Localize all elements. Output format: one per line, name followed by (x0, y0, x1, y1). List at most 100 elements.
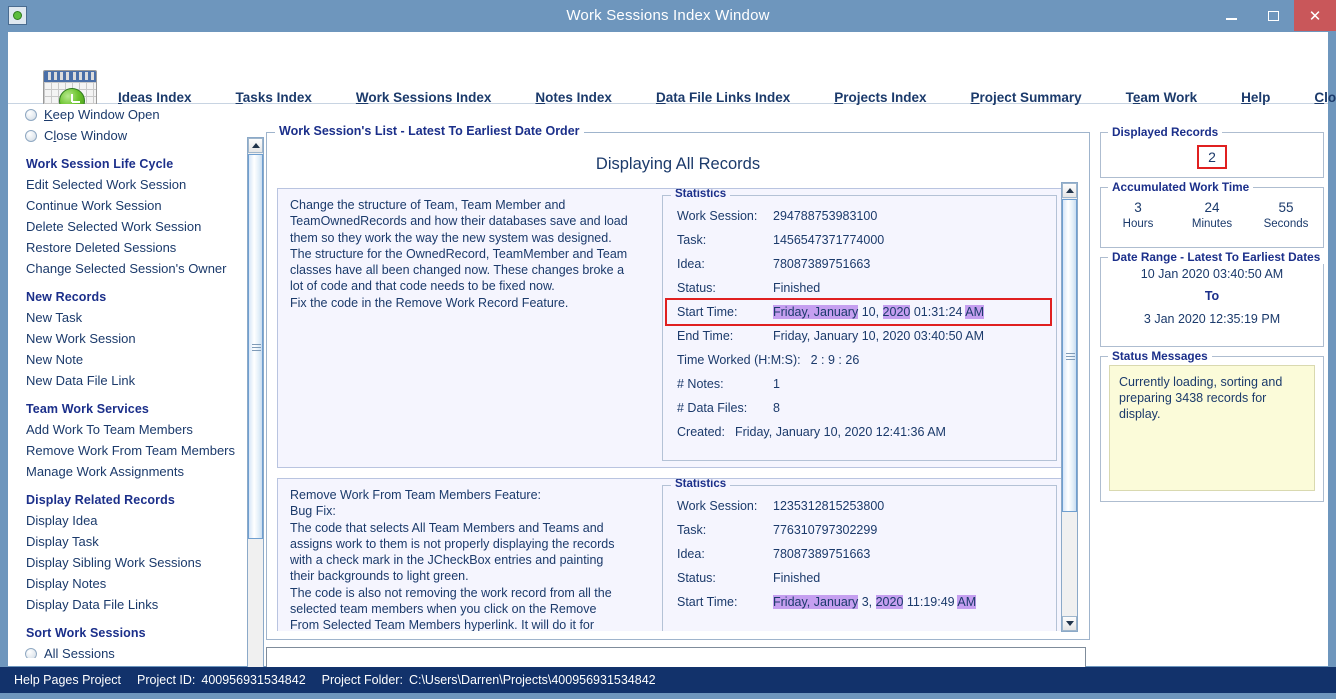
window-body: Ideas Index Tasks Index Work Sessions Inde… (7, 31, 1336, 692)
start-time: Start Time: Friday, January 10, 2020 01:3… (663, 300, 1056, 324)
maximize-icon (1267, 10, 1279, 21)
task-id-value: 1456547371774000 (773, 233, 885, 247)
sidebar-item-remove-work-from-team-members[interactable]: Remove Work From Team Members (26, 440, 244, 461)
title-bar: Work Sessions Index Window ✕ (0, 0, 1336, 31)
sidebar-item-continue-work-session[interactable]: Continue Work Session (26, 195, 244, 216)
close-icon: ✕ (1308, 7, 1322, 25)
status-project-folder: C:\Users\Darren\Projects\400956931534842 (408, 673, 656, 687)
sidebar-radio-keep-window-open[interactable]: Keep Window Open (25, 104, 244, 125)
sidebar-item-change-selected-session-s-owner[interactable]: Change Selected Session's Owner (26, 258, 244, 279)
sidebar-scrollbar[interactable] (247, 137, 264, 688)
scroll-down-button[interactable] (1062, 616, 1077, 631)
scroll-up-button[interactable] (248, 138, 263, 153)
status-messages-group: Status Messages Currently loading, sorti… (1100, 349, 1324, 502)
minimize-button[interactable] (1210, 0, 1252, 31)
main-menu: Ideas Index Tasks Index Work Sessions Inde… (118, 90, 1336, 105)
record-description: Change the structure of Team, Team Membe… (290, 198, 628, 310)
sidebar-item-display-data-file-links[interactable]: Display Data File Links (26, 594, 244, 615)
status-project-folder-label: Project Folder: (321, 673, 403, 687)
close-button[interactable]: ✕ (1294, 0, 1336, 31)
idea-id-value: 78087389751663 (773, 547, 871, 561)
sidebar-radio-all-sessions[interactable]: All Sessions (25, 643, 244, 658)
sidebar-item-new-note[interactable]: New Note (26, 349, 244, 370)
idea-id-value: 78087389751663 (773, 257, 871, 271)
scrollbar-thumb[interactable] (248, 154, 263, 539)
statistics-legend: Statistics (671, 479, 731, 490)
idea-id-label: Idea: (677, 547, 705, 561)
sidebar-radio-close-window[interactable]: Close Window (25, 125, 244, 146)
work-sessions-list-panel: Work Session's List - Latest To Earliest… (266, 124, 1090, 640)
record-card[interactable]: Change the structure of Team, Team Membe… (277, 188, 1064, 468)
start-time-value: Friday, January 10, 2020 01:31:24 AM (773, 305, 985, 319)
end-time: End Time: Friday, January 10, 2020 03:40:… (663, 324, 1056, 348)
sidebar-item-restore-deleted-sessions[interactable]: Restore Deleted Sessions (26, 237, 244, 258)
value: 55 (1278, 200, 1294, 215)
sidebar-item-new-task[interactable]: New Task (26, 307, 244, 328)
accumulated-seconds: 55 Seconds (1251, 200, 1321, 230)
records-scrollbar[interactable] (1061, 182, 1078, 632)
status-project-id-label: Project ID: (137, 673, 196, 687)
menu-item-projects-index[interactable]: Projects Index (834, 90, 926, 105)
time-worked: Time Worked (H:M:S): 2 : 9 : 26 (663, 348, 1056, 372)
idea-id: Idea: 78087389751663 (663, 252, 1056, 276)
time-worked-label: Time Worked (H:M:S): (677, 353, 801, 367)
menu-item-notes-index[interactable]: Notes Index (535, 90, 612, 105)
sidebar-heading: Team Work Services (26, 402, 149, 416)
unit-label: Seconds (1263, 218, 1309, 230)
data-files-count-label: # Data Files: (677, 401, 748, 415)
created-date: Created: Friday, January 10, 2020 12:41:3… (663, 420, 1056, 444)
date-range-from: 10 Jan 2020 03:40:50 AM (1140, 267, 1284, 281)
records-list[interactable]: Change the structure of Team, Team Membe… (277, 188, 1064, 631)
menu-item-tasks-index[interactable]: Tasks Index (236, 90, 312, 105)
sidebar-item-delete-selected-work-session[interactable]: Delete Selected Work Session (26, 216, 244, 237)
status-value: Finished (773, 571, 821, 585)
sidebar-item-display-sibling-work-sessions[interactable]: Display Sibling Work Sessions (26, 552, 244, 573)
work-session-id: Work Session: 1235312815253800 (663, 494, 1056, 518)
unit-label: Minutes (1191, 218, 1233, 230)
time-worked-value: 2 : 9 : 26 (810, 353, 860, 367)
idea-id-label: Idea: (677, 257, 705, 271)
sidebar-item-display-notes[interactable]: Display Notes (26, 573, 244, 594)
menu-item-work-sessions-index[interactable]: Work Sessions Index (356, 90, 492, 105)
task-id-label: Task: (677, 523, 707, 537)
status-label: Status: (677, 281, 716, 295)
sidebar-item-manage-work-assignments[interactable]: Manage Work Assignments (26, 461, 244, 482)
menu-item-close-program[interactable]: Close Program (1314, 90, 1336, 105)
minimize-icon (1225, 17, 1237, 20)
right-panel: Displayed Records 2 Accumulated Work Tim… (1100, 125, 1325, 658)
sidebar-heading: Sort Work Sessions (26, 626, 146, 640)
accumulated-work-time-row: 3 Hours 24 Minutes 55 Seconds (1101, 188, 1323, 230)
start-time-label: Start Time: (677, 305, 738, 319)
menu-item-ideas-index[interactable]: Ideas Index (118, 90, 192, 105)
status-value: Finished (773, 281, 821, 295)
end-time-label: End Time: (677, 329, 734, 343)
scrollbar-thumb[interactable] (1062, 199, 1077, 512)
date-range-to: 3 Jan 2020 12:35:19 PM (1143, 312, 1281, 326)
menu-item-data-file-links-index[interactable]: Data File Links Index (656, 90, 790, 105)
scroll-up-button[interactable] (1062, 183, 1077, 198)
status: Status: Finished (663, 566, 1056, 590)
sidebar-heading: Display Related Records (26, 493, 175, 507)
work-session-id-value: 1235312815253800 (773, 499, 885, 513)
sidebar-item-new-work-session[interactable]: New Work Session (26, 328, 244, 349)
statistics-box: Statistics Work Session: 1235312815253800 T… (662, 479, 1057, 631)
group-legend: Displayed Records (1108, 125, 1223, 139)
sidebar-item-add-work-to-team-members[interactable]: Add Work To Team Members (26, 419, 244, 440)
maximize-button[interactable] (1252, 0, 1294, 31)
menu-item-team-work[interactable]: Team Work (1126, 90, 1198, 105)
sidebar-item-display-task[interactable]: Display Task (26, 531, 244, 552)
task-id-label: Task: (677, 233, 707, 247)
sidebar-heading: New Records (26, 290, 107, 304)
notes-count-value: 1 (773, 377, 780, 391)
task-id: Task: 1456547371774000 (663, 228, 1056, 252)
sidebar-item-new-data-file-link[interactable]: New Data File Link (26, 370, 244, 391)
record-card[interactable]: Remove Work From Team Members Feature: B… (277, 478, 1064, 631)
menu-item-project-summary[interactable]: Project Summary (971, 90, 1082, 105)
toolbar: Ideas Index Tasks Index Work Sessions Inde… (8, 32, 1336, 122)
menu-item-help[interactable]: Help (1241, 90, 1270, 105)
value: 3 (1134, 200, 1142, 215)
unit-label: Hours (1122, 218, 1154, 230)
sidebar-item-edit-selected-work-session[interactable]: Edit Selected Work Session (26, 174, 244, 195)
created-date-label: Created: (677, 425, 725, 439)
sidebar-item-display-idea[interactable]: Display Idea (26, 510, 244, 531)
